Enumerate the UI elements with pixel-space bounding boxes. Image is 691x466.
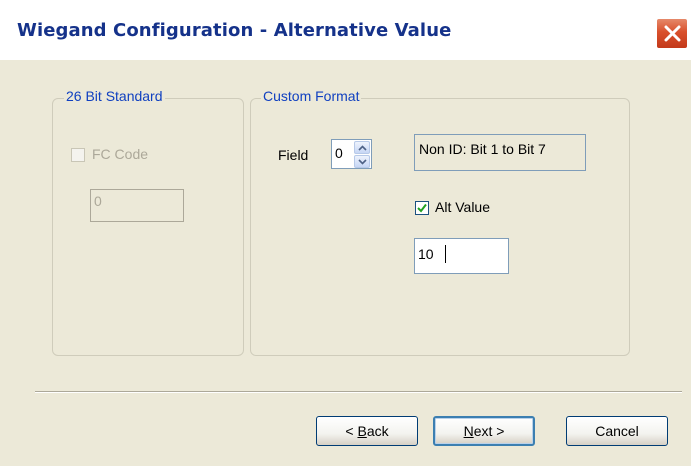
window-title: Wiegand Configuration - Alternative Valu… xyxy=(17,20,452,41)
chevron-down-icon xyxy=(358,159,367,165)
alt-value-label: Alt Value xyxy=(435,199,490,215)
button-separator xyxy=(35,391,682,393)
checkmark-icon xyxy=(417,203,427,213)
fc-code-checkbox[interactable] xyxy=(71,148,85,162)
field-value: 0 xyxy=(335,145,343,161)
custom-group-legend: Custom Format xyxy=(261,88,362,104)
fc-code-field[interactable]: 0 xyxy=(90,189,184,222)
back-prefix: < xyxy=(345,423,358,439)
next-button[interactable]: Next > xyxy=(433,416,535,446)
back-rest: ack xyxy=(366,423,389,439)
cancel-button[interactable]: Cancel xyxy=(566,416,668,446)
spin-down-button[interactable] xyxy=(354,155,370,168)
next-mnemonic: N xyxy=(463,423,474,439)
title-bar: Wiegand Configuration - Alternative Valu… xyxy=(0,0,691,60)
fc-code-label: FC Code xyxy=(92,146,149,162)
spin-up-button[interactable] xyxy=(354,141,370,154)
close-icon xyxy=(664,25,681,42)
standard-group: 26 Bit Standard xyxy=(52,88,244,356)
bit-range-display: Non ID: Bit 1 to Bit 7 xyxy=(414,134,586,171)
chevron-up-icon xyxy=(358,145,367,151)
back-button[interactable]: < Back xyxy=(316,416,418,446)
standard-group-legend: 26 Bit Standard xyxy=(64,88,165,104)
back-mnemonic: B xyxy=(357,423,367,439)
next-rest: ext > xyxy=(473,423,505,439)
alt-value-checkbox[interactable] xyxy=(415,201,429,215)
close-button[interactable] xyxy=(656,18,688,49)
field-spinner[interactable]: 0 xyxy=(331,139,372,169)
field-label: Field xyxy=(278,147,309,163)
alt-value-input[interactable]: 10 xyxy=(414,238,509,274)
text-caret xyxy=(445,245,446,263)
